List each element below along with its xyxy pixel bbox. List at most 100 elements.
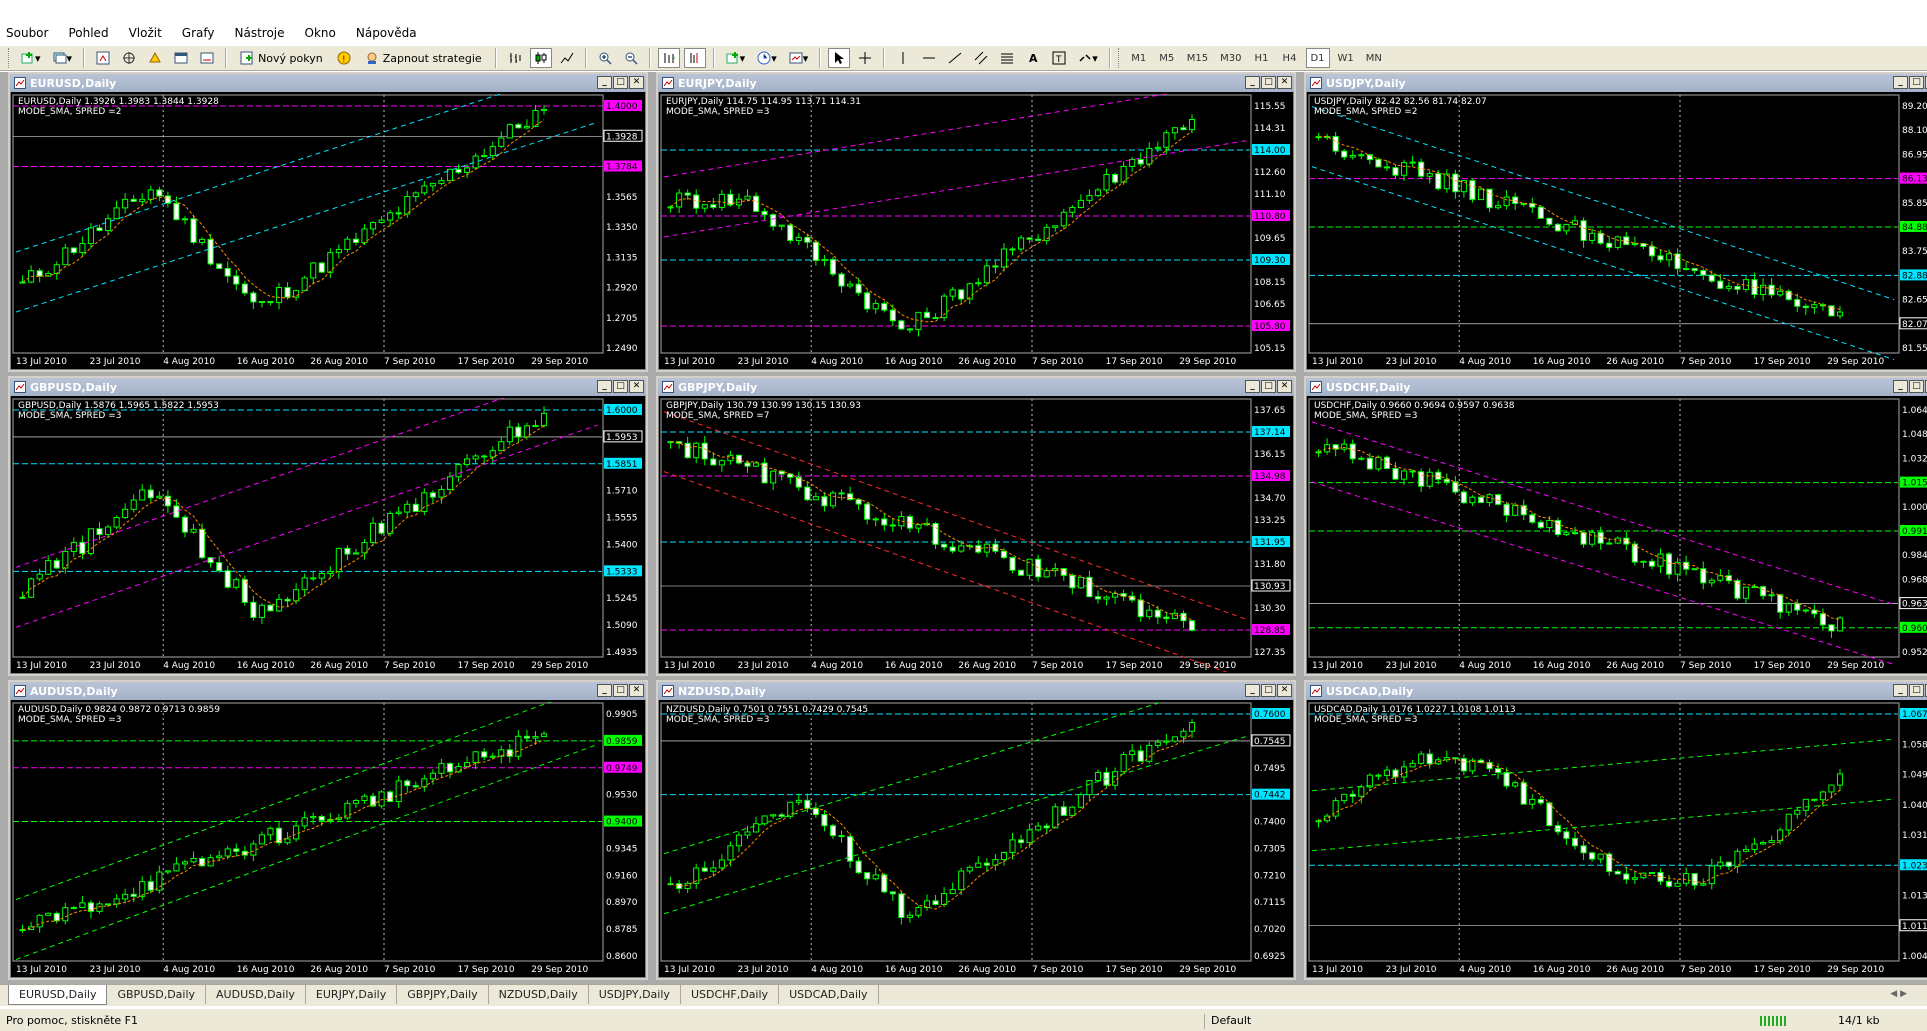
terminal-icon[interactable] bbox=[170, 48, 192, 68]
maximize-icon[interactable]: □ bbox=[1909, 76, 1924, 89]
chart-canvas[interactable]: 13 Jul 2010 23 Jul 2010 4 Aug 2010 16 Aug 2… bbox=[1308, 94, 1927, 368]
timeframe-d1[interactable]: D1 bbox=[1305, 48, 1330, 68]
timeframe-m5[interactable]: M5 bbox=[1155, 48, 1179, 68]
zoom-out-icon[interactable] bbox=[620, 48, 642, 68]
chart-canvas[interactable]: 13 Jul 2010 23 Jul 2010 4 Aug 2010 16 Aug 2… bbox=[660, 94, 1292, 368]
timeframe-m15[interactable]: M15 bbox=[1183, 48, 1212, 68]
line-chart-icon[interactable] bbox=[556, 48, 578, 68]
tab-gbpjpy[interactable]: GBPJPY,Daily bbox=[397, 985, 489, 1004]
expert-advisors-button[interactable]: Zapnout strategie bbox=[359, 48, 488, 68]
timeframe-h4[interactable]: H4 bbox=[1278, 48, 1302, 68]
chart-canvas[interactable]: 13 Jul 2010 23 Jul 2010 4 Aug 2010 16 Aug 2… bbox=[1308, 702, 1927, 976]
minimize-icon[interactable]: _ bbox=[1245, 76, 1260, 89]
minimize-icon[interactable]: _ bbox=[1893, 380, 1908, 393]
horizontal-line-icon[interactable] bbox=[918, 48, 940, 68]
chart-canvas[interactable]: 13 Jul 2010 23 Jul 2010 4 Aug 2010 16 Aug 2… bbox=[12, 94, 644, 368]
market-watch-icon[interactable] bbox=[92, 48, 114, 68]
minimize-icon[interactable]: _ bbox=[1893, 76, 1908, 89]
chart-title-bar[interactable]: USDCAD,Daily _□✕ bbox=[1306, 682, 1927, 700]
chart-canvas[interactable]: 13 Jul 2010 23 Jul 2010 4 Aug 2010 16 Aug 2… bbox=[660, 702, 1292, 976]
tester-icon[interactable] bbox=[196, 48, 218, 68]
chart-window-eurusd[interactable]: EURUSD,Daily _ □ ✕ 13 Jul 2010 23 Jul 2010 4 A… bbox=[8, 72, 648, 372]
chart-canvas[interactable]: 13 Jul 2010 23 Jul 2010 4 Aug 2010 16 Aug 2… bbox=[660, 398, 1292, 672]
candlestick-icon[interactable] bbox=[529, 48, 552, 68]
chart-shift-icon[interactable] bbox=[683, 48, 706, 68]
chart-window-usdcad[interactable]: USDCAD,Daily _□✕ 13 Jul 2010 23 Jul 2010 4 A… bbox=[1304, 680, 1927, 980]
tab-scroll-arrows-icon[interactable]: ◀ ▶ bbox=[1890, 989, 1907, 999]
maximize-icon[interactable]: □ bbox=[1909, 380, 1924, 393]
indicators-icon[interactable]: ▾ bbox=[722, 48, 750, 68]
autoscroll-icon[interactable] bbox=[657, 48, 680, 68]
maximize-icon[interactable]: □ bbox=[1261, 76, 1276, 89]
timeframe-m30[interactable]: M30 bbox=[1216, 48, 1245, 68]
menu-nastroje[interactable]: Nástroje bbox=[235, 26, 285, 40]
new-chart-icon[interactable]: ▾ bbox=[17, 48, 45, 68]
profiles-icon[interactable]: ▾ bbox=[49, 48, 77, 68]
status-profile[interactable]: Default bbox=[1204, 1014, 1251, 1029]
chart-title-bar[interactable]: GBPUSD,Daily _ □ ✕ bbox=[10, 378, 646, 396]
tab-audusd[interactable]: AUDUSD,Daily bbox=[206, 985, 306, 1004]
bar-chart-icon[interactable] bbox=[504, 48, 526, 68]
menu-grafy[interactable]: Grafy bbox=[182, 26, 215, 40]
chart-window-nzdusd[interactable]: NZDUSD,Daily _ □ ✕ 13 Jul 2010 23 Jul 2010 4 A… bbox=[656, 680, 1296, 980]
navigator-icon[interactable] bbox=[144, 48, 166, 68]
menu-napoveda[interactable]: Nápověda bbox=[356, 26, 417, 40]
chart-canvas[interactable]: 13 Jul 2010 23 Jul 2010 4 Aug 2010 16 Aug 2… bbox=[12, 702, 644, 976]
close-icon[interactable]: ✕ bbox=[1277, 684, 1292, 697]
toolbar-grip[interactable] bbox=[8, 48, 11, 68]
minimize-icon[interactable]: _ bbox=[1245, 380, 1260, 393]
fibonacci-icon[interactable] bbox=[996, 48, 1018, 68]
menu-vlozit[interactable]: Vložit bbox=[129, 26, 162, 40]
chart-title-bar[interactable]: EURUSD,Daily _ □ ✕ bbox=[10, 74, 646, 92]
metaeditor-icon[interactable]: ! bbox=[333, 48, 355, 68]
tab-gbpusd[interactable]: GBPUSD,Daily bbox=[107, 985, 207, 1004]
close-icon[interactable]: ✕ bbox=[629, 684, 644, 697]
arrows-icon[interactable]: ▾ bbox=[1074, 48, 1102, 68]
data-window-icon[interactable] bbox=[118, 48, 140, 68]
timeframe-w1[interactable]: W1 bbox=[1334, 48, 1358, 68]
chart-window-gbpjpy[interactable]: GBPJPY,Daily _ □ ✕ 13 Jul 2010 23 Jul 2010 4 A… bbox=[656, 376, 1296, 676]
close-icon[interactable]: ✕ bbox=[629, 76, 644, 89]
timeframe-m1[interactable]: M1 bbox=[1127, 48, 1151, 68]
chart-window-usdjpy[interactable]: USDJPY,Daily _□✕ 13 Jul 2010 23 Jul 2010 4 A… bbox=[1304, 72, 1927, 372]
new-order-button[interactable]: Nový pokyn bbox=[234, 48, 329, 68]
menu-pohled[interactable]: Pohled bbox=[68, 26, 108, 40]
chart-window-audusd[interactable]: AUDUSD,Daily _ □ ✕ 13 Jul 2010 23 Jul 2010 4 A… bbox=[8, 680, 648, 980]
vertical-line-icon[interactable] bbox=[892, 48, 914, 68]
close-icon[interactable]: ✕ bbox=[1277, 380, 1292, 393]
text-label-icon[interactable]: T bbox=[1048, 48, 1070, 68]
maximize-icon[interactable]: □ bbox=[1909, 684, 1924, 697]
maximize-icon[interactable]: □ bbox=[613, 380, 628, 393]
tab-usdjpy[interactable]: USDJPY,Daily bbox=[589, 985, 681, 1004]
menu-soubor[interactable]: Soubor bbox=[6, 26, 48, 40]
chart-canvas[interactable]: 13 Jul 2010 23 Jul 2010 4 Aug 2010 16 Aug 2… bbox=[1308, 398, 1927, 672]
chart-window-gbpusd[interactable]: GBPUSD,Daily _ □ ✕ 13 Jul 2010 23 Jul 2010 4 A… bbox=[8, 376, 648, 676]
chart-window-eurjpy[interactable]: EURJPY,Daily _ □ ✕ 13 Jul 2010 23 Jul 2010 4 A… bbox=[656, 72, 1296, 372]
chart-title-bar[interactable]: NZDUSD,Daily _ □ ✕ bbox=[658, 682, 1294, 700]
tab-usdchf[interactable]: USDCHF,Daily bbox=[681, 985, 780, 1004]
chart-window-usdchf[interactable]: USDCHF,Daily _□✕ 13 Jul 2010 23 Jul 2010 4 A… bbox=[1304, 376, 1927, 676]
maximize-icon[interactable]: □ bbox=[613, 684, 628, 697]
menu-okno[interactable]: Okno bbox=[305, 26, 336, 40]
chart-title-bar[interactable]: EURJPY,Daily _ □ ✕ bbox=[658, 74, 1294, 92]
trendline-icon[interactable] bbox=[944, 48, 966, 68]
cursor-icon[interactable] bbox=[828, 48, 851, 68]
minimize-icon[interactable]: _ bbox=[597, 76, 612, 89]
close-icon[interactable]: ✕ bbox=[1277, 76, 1292, 89]
crosshair-icon[interactable] bbox=[854, 48, 876, 68]
minimize-icon[interactable]: _ bbox=[1893, 684, 1908, 697]
minimize-icon[interactable]: _ bbox=[597, 380, 612, 393]
chart-title-bar[interactable]: GBPJPY,Daily _ □ ✕ bbox=[658, 378, 1294, 396]
toolbar-grip[interactable] bbox=[1117, 48, 1121, 68]
tab-nzdusd[interactable]: NZDUSD,Daily bbox=[489, 985, 589, 1004]
zoom-in-icon[interactable] bbox=[594, 48, 616, 68]
maximize-icon[interactable]: □ bbox=[1261, 684, 1276, 697]
maximize-icon[interactable]: □ bbox=[613, 76, 628, 89]
timeframe-mn[interactable]: MN bbox=[1362, 48, 1386, 68]
templates-icon[interactable]: ▾ bbox=[785, 48, 813, 68]
chart-title-bar[interactable]: USDCHF,Daily _□✕ bbox=[1306, 378, 1927, 396]
periods-icon[interactable]: ▾ bbox=[753, 48, 781, 68]
minimize-icon[interactable]: _ bbox=[597, 684, 612, 697]
tab-eurjpy[interactable]: EURJPY,Daily bbox=[306, 985, 398, 1004]
connection-status-icon[interactable] bbox=[1760, 1014, 1830, 1027]
